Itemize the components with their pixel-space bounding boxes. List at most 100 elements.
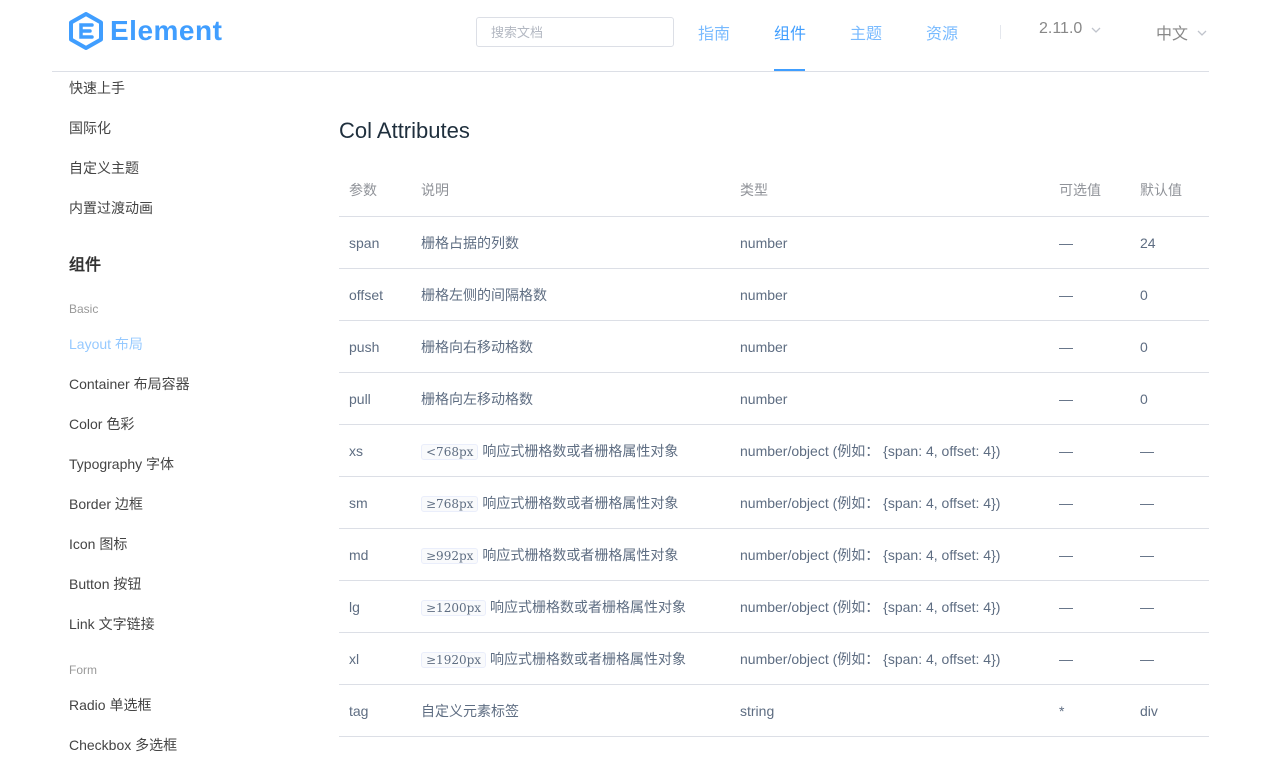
cell-type: number	[730, 216, 1049, 269]
top-header: Element 指南 组件 主题 资源 2.11.0 中文	[0, 0, 1261, 72]
cell-default: —	[1130, 632, 1209, 685]
element-logo-icon	[68, 12, 104, 50]
sidebar-item-i18n[interactable]: 国际化	[69, 118, 111, 138]
sidebar-item-custom-theme[interactable]: 自定义主题	[69, 158, 139, 178]
cell-type: string	[730, 684, 1049, 737]
language-label: 中文	[1156, 26, 1189, 43]
column-header-desc: 说明	[411, 164, 730, 217]
breakpoint-code: ≥1920px	[421, 651, 487, 668]
cell-description: 栅格左侧的间隔格数	[411, 268, 730, 321]
cell-type: number/object (例如： {span: 4, offset: 4})	[730, 528, 1049, 581]
cell-options: —	[1049, 424, 1130, 477]
cell-type: number	[730, 320, 1049, 373]
version-dropdown[interactable]: 2.11.0	[1039, 20, 1102, 38]
cell-default: —	[1130, 580, 1209, 633]
cell-type: number/object (例如： {span: 4, offset: 4})	[730, 580, 1049, 633]
language-dropdown[interactable]: 中文	[1156, 20, 1208, 44]
cell-default: div	[1130, 684, 1209, 737]
cell-param: tag	[339, 684, 411, 737]
cell-param: offset	[339, 268, 411, 321]
table-row: pull 栅格向左移动格数 number —0	[339, 372, 1209, 425]
cell-type: number	[730, 372, 1049, 425]
cell-type: number	[730, 268, 1049, 321]
table-row: xl ≥1920px 响应式栅格数或者栅格属性对象 number/object (例如…	[339, 632, 1209, 685]
sidebar-item-icon[interactable]: Icon 图标	[69, 534, 127, 554]
sidebar-group-basic: Basic	[69, 302, 99, 316]
version-label: 2.11.0	[1039, 20, 1083, 37]
description-text: 栅格向左移动格数	[421, 390, 533, 407]
cell-description: 栅格向左移动格数	[411, 372, 730, 425]
cell-param: pull	[339, 372, 411, 425]
logo-text: Element	[110, 15, 223, 46]
cell-options: —	[1049, 268, 1130, 321]
cell-description: <768px 响应式栅格数或者栅格属性对象	[411, 424, 730, 477]
column-header-default: 默认值	[1130, 164, 1209, 217]
cell-options: —	[1049, 632, 1130, 685]
cell-default: —	[1130, 528, 1209, 581]
cell-param: lg	[339, 580, 411, 633]
table-row: offset 栅格左侧的间隔格数 number —0	[339, 268, 1209, 321]
chevron-down-icon	[1196, 26, 1208, 38]
table-row: push 栅格向右移动格数 number —0	[339, 320, 1209, 373]
logo[interactable]: Element	[68, 12, 222, 50]
table-row: sm ≥768px 响应式栅格数或者栅格属性对象 number/object (例如：…	[339, 476, 1209, 529]
description-text: 栅格占据的列数	[421, 234, 519, 251]
chevron-down-icon	[1090, 23, 1102, 35]
nav-guide[interactable]: 指南	[698, 20, 730, 44]
cell-param: push	[339, 320, 411, 373]
cell-default: 0	[1130, 320, 1209, 373]
sidebar-item-quickstart[interactable]: 快速上手	[69, 78, 125, 98]
sidebar-item-layout[interactable]: Layout 布局	[69, 334, 143, 354]
cell-description: ≥1920px 响应式栅格数或者栅格属性对象	[411, 632, 730, 685]
breakpoint-code: ≥992px	[421, 547, 479, 564]
sidebar-item-color[interactable]: Color 色彩	[69, 414, 134, 434]
cell-options: —	[1049, 372, 1130, 425]
description-text: 栅格向右移动格数	[421, 338, 533, 355]
attributes-table: 参数 说明 类型 可选值 默认值 span 栅格占据的列数 number —24 off…	[339, 164, 1209, 737]
sidebar-item-transition[interactable]: 内置过渡动画	[69, 198, 153, 218]
cell-type: number/object (例如： {span: 4, offset: 4})	[730, 424, 1049, 477]
sidebar-item-typography[interactable]: Typography 字体	[69, 454, 174, 474]
cell-param: xl	[339, 632, 411, 685]
table-row: lg ≥1200px 响应式栅格数或者栅格属性对象 number/object (例如…	[339, 580, 1209, 633]
sidebar-item-container[interactable]: Container 布局容器	[69, 374, 190, 394]
description-text: 响应式栅格数或者栅格属性对象	[490, 598, 687, 615]
column-header-options: 可选值	[1049, 164, 1130, 217]
nav-resource[interactable]: 资源	[926, 20, 958, 44]
nav-component[interactable]: 组件	[774, 20, 806, 44]
table-row: span 栅格占据的列数 number —24	[339, 216, 1209, 269]
sidebar-item-checkbox[interactable]: Checkbox 多选框	[69, 735, 177, 755]
column-header-param: 参数	[339, 164, 411, 217]
cell-param: sm	[339, 476, 411, 529]
description-text: 响应式栅格数或者栅格属性对象	[482, 442, 679, 459]
cell-default: 0	[1130, 372, 1209, 425]
sidebar-item-button[interactable]: Button 按钮	[69, 574, 141, 594]
cell-options: —	[1049, 580, 1130, 633]
table-row: tag 自定义元素标签 string * div	[339, 684, 1209, 737]
cell-param: md	[339, 528, 411, 581]
cell-type: number/object (例如： {span: 4, offset: 4})	[730, 476, 1049, 529]
sidebar-item-radio[interactable]: Radio 单选框	[69, 695, 151, 715]
description-text: 响应式栅格数或者栅格属性对象	[482, 546, 679, 563]
cell-default: 24	[1130, 216, 1209, 269]
cell-options: —	[1049, 528, 1130, 581]
cell-param: xs	[339, 424, 411, 477]
sidebar-item-border[interactable]: Border 边框	[69, 494, 143, 514]
cell-description: ≥768px 响应式栅格数或者栅格属性对象	[411, 476, 730, 529]
nav-theme[interactable]: 主题	[850, 20, 882, 44]
cell-description: 自定义元素标签	[411, 684, 730, 737]
cell-param: span	[339, 216, 411, 269]
cell-default: —	[1130, 476, 1209, 529]
description-text: 响应式栅格数或者栅格属性对象	[482, 494, 679, 511]
cell-default: 0	[1130, 268, 1209, 321]
table-row: md ≥992px 响应式栅格数或者栅格属性对象 number/object (例如：…	[339, 528, 1209, 581]
sidebar-item-link[interactable]: Link 文字链接	[69, 614, 155, 634]
search-input[interactable]	[476, 17, 674, 47]
breakpoint-code: ≥768px	[421, 495, 479, 512]
cell-options: —	[1049, 216, 1130, 269]
sidebar-heading-components: 组件	[69, 257, 102, 274]
breakpoint-code: ≥1200px	[421, 599, 487, 616]
cell-description: ≥992px 响应式栅格数或者栅格属性对象	[411, 528, 730, 581]
cell-default: —	[1130, 424, 1209, 477]
cell-description: ≥1200px 响应式栅格数或者栅格属性对象	[411, 580, 730, 633]
